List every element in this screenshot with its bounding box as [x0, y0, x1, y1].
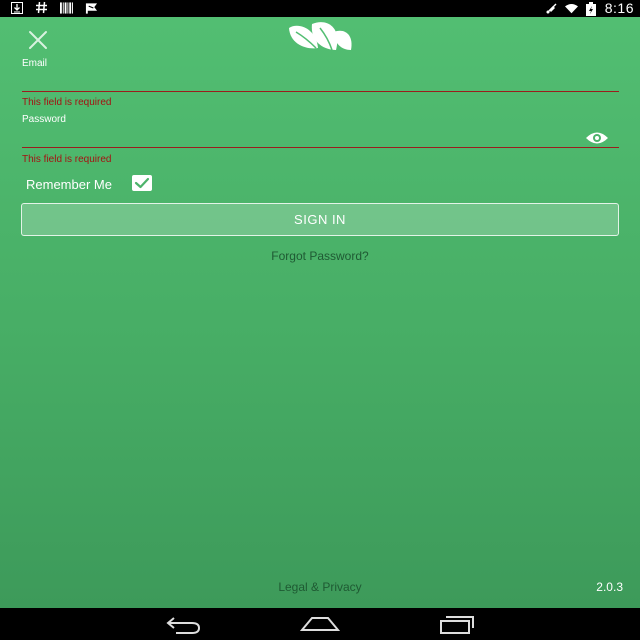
flag-icon: [85, 1, 98, 14]
battery-icon: [585, 1, 598, 16]
back-button[interactable]: [164, 614, 202, 634]
hash-icon: [35, 1, 48, 14]
password-field[interactable]: [22, 124, 619, 148]
app-version: 2.0.3: [596, 580, 623, 594]
show-password-button[interactable]: [585, 130, 609, 146]
home-icon: [299, 617, 341, 631]
close-icon: [29, 31, 47, 49]
checkmark-icon: [134, 177, 150, 189]
wifi-icon: [564, 2, 578, 15]
close-button[interactable]: [26, 28, 50, 52]
legal-privacy-link[interactable]: Legal & Privacy: [0, 580, 640, 594]
barcode-icon: [60, 1, 73, 14]
status-time: 8:16: [604, 0, 634, 16]
download-icon: [10, 1, 23, 14]
status-bar: 8:16: [0, 0, 640, 17]
recents-icon: [440, 616, 474, 634]
recents-button[interactable]: [438, 614, 476, 634]
mute-icon: [545, 2, 558, 15]
sign-in-button[interactable]: SIGN IN: [21, 203, 619, 236]
eye-icon: [586, 132, 608, 144]
remember-me-checkbox[interactable]: [132, 175, 152, 191]
password-error: This field is required: [22, 154, 112, 165]
sign-in-label: SIGN IN: [294, 212, 346, 227]
leaf-logo: [286, 20, 354, 58]
status-bar-right-icons: 8:16: [545, 0, 634, 17]
home-button[interactable]: [299, 614, 341, 634]
navigation-bar: [0, 608, 640, 640]
back-icon: [166, 617, 201, 634]
email-field[interactable]: [22, 68, 619, 92]
login-screen: Email This field is required Password Th…: [0, 17, 640, 608]
status-bar-left-icons: [10, 1, 98, 14]
remember-me-label: Remember Me: [26, 177, 112, 192]
forgot-password-link[interactable]: Forgot Password?: [0, 249, 640, 263]
email-error: This field is required: [22, 97, 112, 108]
